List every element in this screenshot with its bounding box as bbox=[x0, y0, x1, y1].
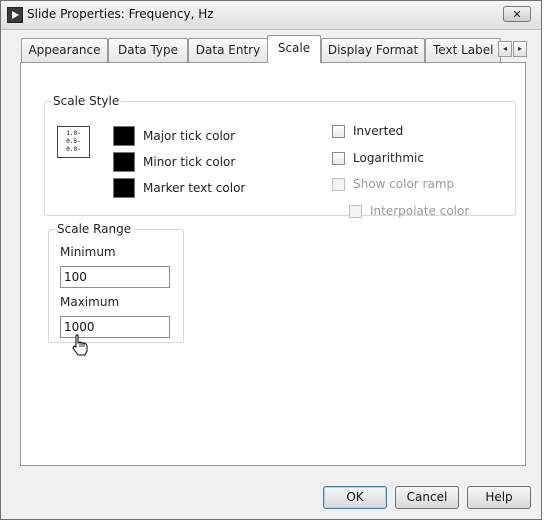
marker-text-color-label: Marker text color bbox=[143, 181, 246, 195]
minor-tick-color-label: Minor tick color bbox=[143, 155, 236, 169]
tab-strip: Appearance Data Type Data Entry Scale Di… bbox=[21, 35, 531, 63]
tab-display-format[interactable]: Display Format bbox=[321, 38, 425, 62]
scale-style-legend: Scale Style bbox=[53, 94, 120, 108]
tab-scale[interactable]: Scale bbox=[267, 35, 321, 63]
scale-style-group: Scale Style 1.0- 0.5- 0.0- Major tick co… bbox=[44, 94, 516, 218]
labview-app-icon bbox=[7, 7, 23, 23]
logarithmic-checkbox[interactable] bbox=[332, 152, 345, 165]
hand-pointer-cursor-icon bbox=[72, 334, 88, 356]
scale-tab-panel: Scale Style 1.0- 0.5- 0.0- Major tick co… bbox=[20, 62, 526, 466]
window-title: Slide Properties: Frequency, Hz bbox=[27, 7, 214, 21]
maximum-label: Maximum bbox=[60, 295, 120, 309]
scale-range-legend: Scale Range bbox=[57, 222, 132, 236]
inverted-checkbox[interactable] bbox=[332, 125, 345, 138]
minimum-input[interactable]: 100 bbox=[60, 266, 170, 288]
tab-scroll-left-icon[interactable]: ◂ bbox=[498, 41, 512, 57]
help-button[interactable]: Help bbox=[467, 486, 531, 509]
major-tick-color-swatch[interactable] bbox=[113, 126, 135, 146]
cancel-button[interactable]: Cancel bbox=[395, 486, 459, 509]
tab-scroll-right-icon[interactable]: ▸ bbox=[513, 41, 527, 57]
ok-button[interactable]: OK bbox=[323, 486, 387, 509]
tab-data-type[interactable]: Data Type bbox=[108, 38, 188, 62]
major-tick-color-label: Major tick color bbox=[143, 129, 236, 143]
scale-style-icon[interactable]: 1.0- 0.5- 0.0- bbox=[57, 126, 90, 158]
scale-range-group: Scale Range Minimum 100 Maximum 1000 bbox=[48, 222, 184, 343]
logarithmic-label: Logarithmic bbox=[353, 151, 424, 165]
show-color-ramp-label: Show color ramp bbox=[353, 177, 455, 191]
title-bar[interactable]: Slide Properties: Frequency, Hz ✕ bbox=[1, 1, 541, 30]
minor-tick-color-swatch[interactable] bbox=[113, 152, 135, 172]
tab-appearance[interactable]: Appearance bbox=[21, 38, 108, 62]
show-color-ramp-checkbox[interactable] bbox=[332, 178, 345, 191]
minimum-label: Minimum bbox=[60, 245, 116, 259]
dialog-window: Slide Properties: Frequency, Hz ✕ Appear… bbox=[0, 0, 542, 520]
interpolate-color-label: Interpolate color bbox=[370, 204, 470, 218]
interpolate-color-checkbox[interactable] bbox=[349, 205, 362, 218]
close-button[interactable]: ✕ bbox=[503, 6, 531, 22]
scale-icon-tick: 0.5- bbox=[66, 138, 81, 145]
marker-text-color-swatch[interactable] bbox=[113, 178, 135, 198]
scale-icon-tick: 1.0- bbox=[66, 130, 81, 137]
scale-icon-tick: 0.0- bbox=[66, 146, 81, 153]
tab-data-entry[interactable]: Data Entry bbox=[188, 38, 268, 62]
inverted-label: Inverted bbox=[353, 124, 404, 138]
tab-text-label[interactable]: Text Label bbox=[425, 38, 501, 62]
